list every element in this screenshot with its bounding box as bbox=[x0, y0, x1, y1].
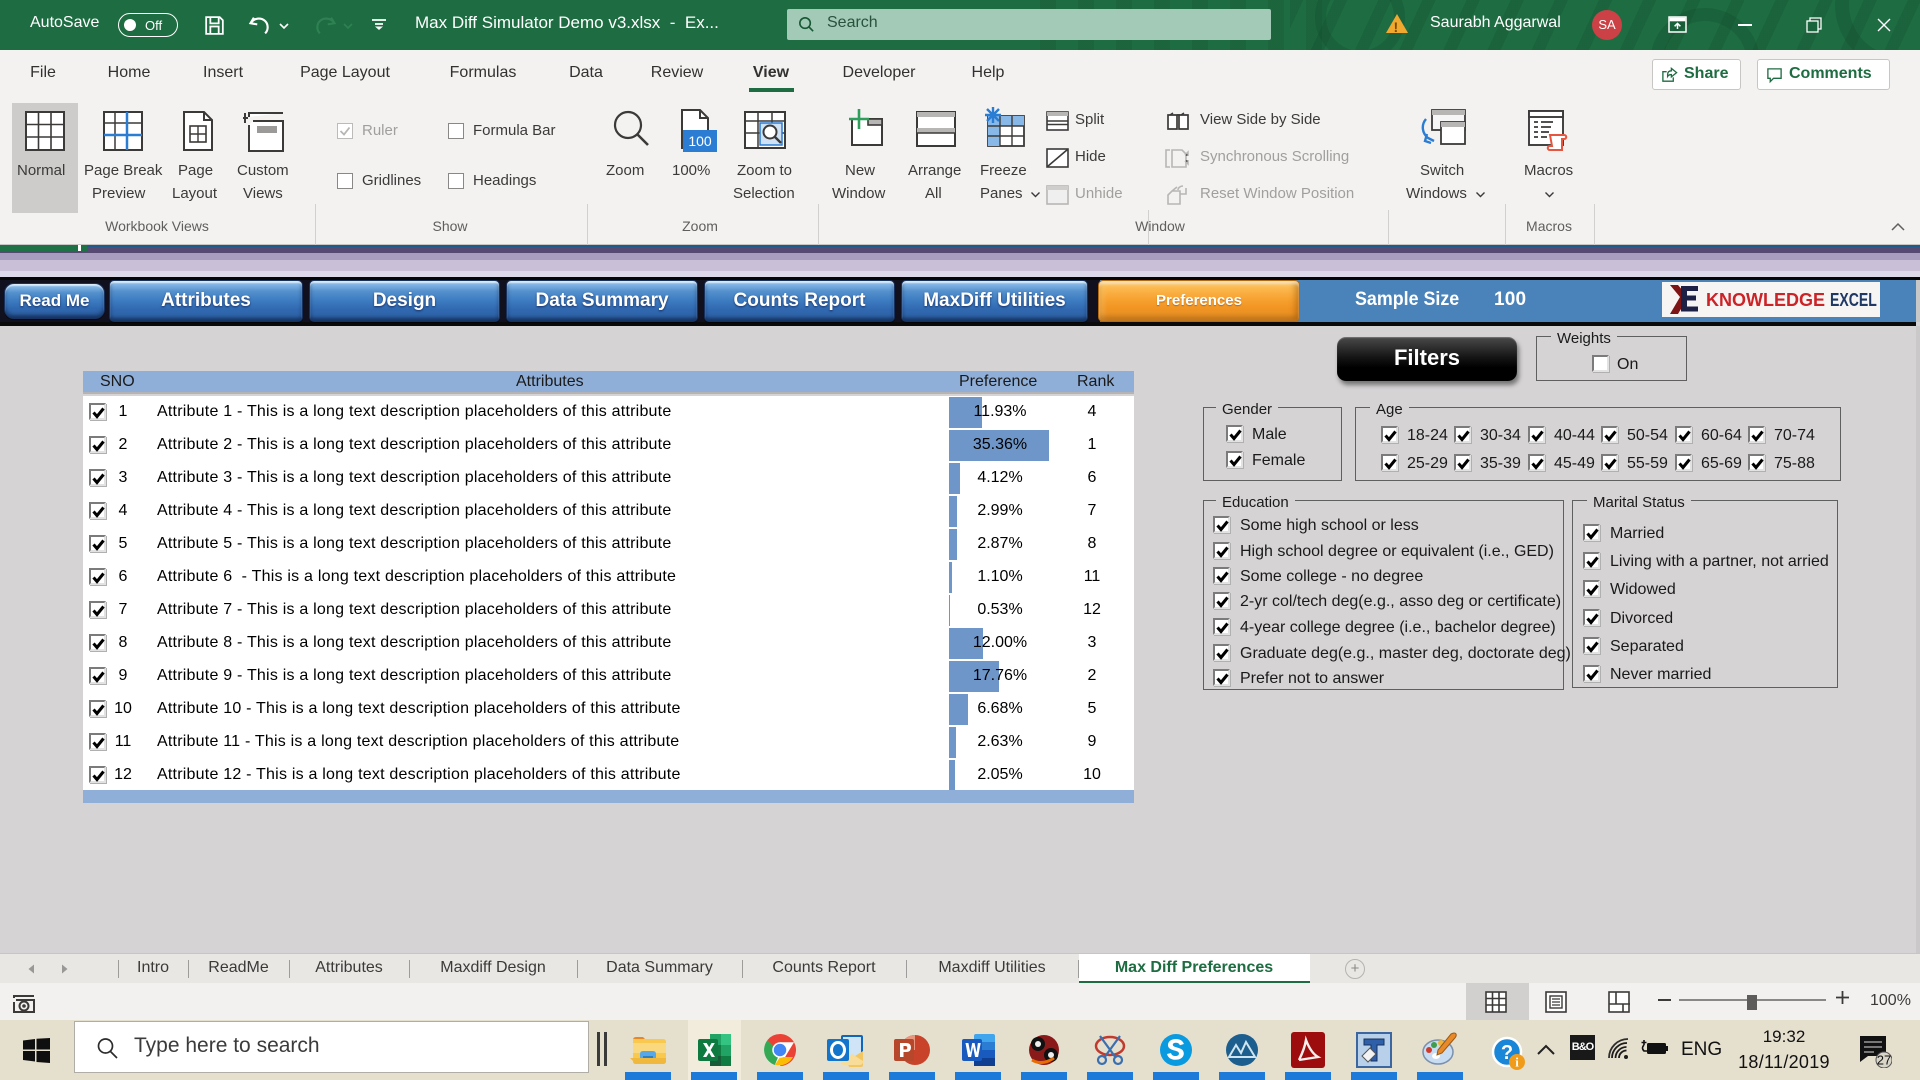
svg-text:i: i bbox=[1515, 1055, 1519, 1070]
svg-text:27: 27 bbox=[1877, 1053, 1891, 1068]
